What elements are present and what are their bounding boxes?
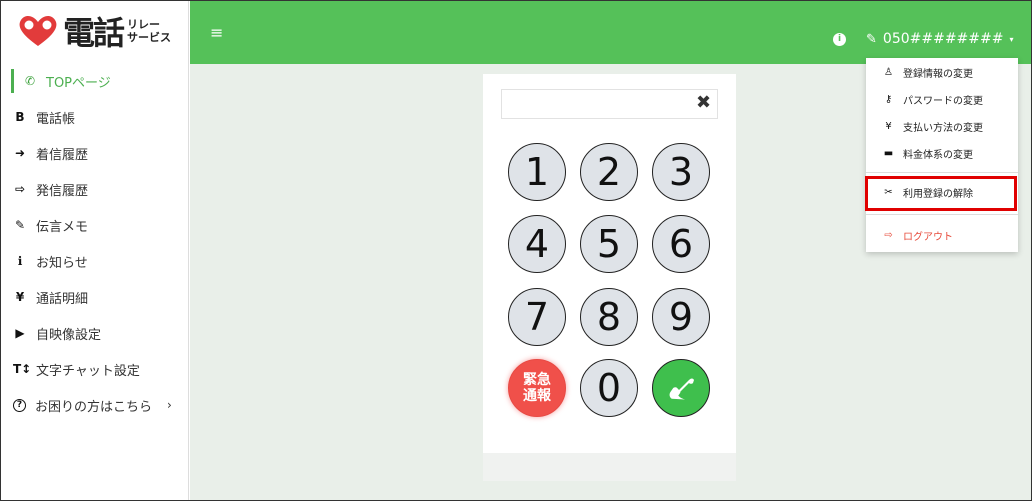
- info-icon: ℹ: [17, 254, 23, 268]
- dial-key-8[interactable]: 8: [580, 288, 638, 346]
- dial-key-3[interactable]: 3: [652, 143, 710, 201]
- account-dropdown-menu: ♙ 登録情報の変更 ⚷ パスワードの変更 ¥ 支払い方法の変更 ▬ 料金体系の変…: [866, 58, 1018, 252]
- emergency-call-button[interactable]: 緊急 通報: [508, 359, 566, 417]
- logout-icon: ⇨: [884, 229, 893, 241]
- address-book-icon: B: [15, 110, 25, 124]
- menu-divider: [866, 214, 1018, 215]
- heart-logo-icon: [19, 16, 57, 46]
- menu-item-label: パスワードの変更: [903, 95, 983, 107]
- dial-key-1[interactable]: 1: [508, 143, 566, 201]
- yen-icon: ¥: [15, 290, 25, 304]
- logo-sub-line-1: リレー: [127, 18, 161, 31]
- dial-number-input[interactable]: [501, 89, 718, 119]
- sidebar-item-label: 電話帳: [36, 111, 76, 127]
- menu-item-change-registration[interactable]: ♙ 登録情報の変更: [866, 58, 1018, 86]
- dial-key-6[interactable]: 6: [652, 215, 710, 273]
- chevron-right-icon: ›: [167, 398, 172, 412]
- sidebar-item-phonebook[interactable]: B 電話帳: [1, 99, 188, 135]
- menu-item-label: 登録情報の変更: [903, 68, 973, 80]
- sidebar-item-label: 発信履歴: [36, 183, 89, 199]
- sidebar-item-top[interactable]: ✆ TOPページ: [1, 63, 188, 99]
- logo-main-text: 電話: [63, 14, 125, 52]
- emergency-label-line-2: 通報: [523, 388, 551, 404]
- yen-icon: ¥: [885, 120, 892, 132]
- menu-item-logout[interactable]: ⇨ ログアウト: [866, 221, 1018, 249]
- sidebar-nav: ✆ TOPページ B 電話帳 ➜ 着信履歴 ⇨ 発信履歴 ✎ 伝言メモ ℹ お知…: [1, 63, 188, 423]
- sidebar-item-video-settings[interactable]: ▶ 自映像設定: [1, 315, 188, 351]
- help-icon: ?: [13, 398, 26, 412]
- user-account-menu[interactable]: ✎ 050######## ▾: [866, 31, 1014, 47]
- sidebar-item-label: お困りの方はこちら: [35, 399, 153, 415]
- chevron-down-icon: ▾: [1009, 34, 1014, 44]
- clear-icon[interactable]: ✖: [696, 92, 711, 113]
- edit-icon: ✎: [866, 31, 877, 47]
- menu-item-change-password[interactable]: ⚷ パスワードの変更: [866, 85, 1018, 113]
- dial-key-0[interactable]: 0: [580, 359, 638, 417]
- outgoing-icon: ⇨: [14, 182, 26, 196]
- menu-item-label: 料金体系の変更: [903, 149, 973, 161]
- sidebar-item-label: 伝言メモ: [36, 219, 89, 235]
- logo[interactable]: 電話 リレー サービス: [1, 1, 188, 61]
- user-icon: ♙: [884, 66, 893, 78]
- menu-item-label: ログアウト: [903, 231, 953, 243]
- emergency-label-line-1: 緊急: [523, 372, 551, 388]
- logo-sub-text: リレー サービス: [127, 18, 171, 44]
- dial-key-5[interactable]: 5: [580, 215, 638, 273]
- text-size-icon: T↕: [13, 362, 32, 376]
- sidebar-item-incoming-history[interactable]: ➜ 着信履歴: [1, 135, 188, 171]
- edit-icon: ✎: [14, 218, 26, 232]
- sidebar-item-label: 通話明細: [36, 291, 89, 307]
- dial-key-7[interactable]: 7: [508, 288, 566, 346]
- video-icon: ▶: [15, 326, 25, 340]
- call-button[interactable]: [652, 359, 710, 417]
- dial-pad-footer: [483, 453, 736, 481]
- sidebar-item-text-chat-settings[interactable]: T↕ 文字チャット設定: [1, 351, 188, 387]
- menu-divider: [866, 172, 1018, 173]
- logo-sub-line-2: サービス: [127, 31, 172, 44]
- phone-number-label: 050########: [882, 31, 1004, 47]
- phone-handset-icon: [669, 378, 694, 400]
- sidebar-item-outgoing-history[interactable]: ⇨ 発信履歴: [1, 171, 188, 207]
- sidebar-item-label: 着信履歴: [36, 147, 89, 163]
- dial-key-2[interactable]: 2: [580, 143, 638, 201]
- dial-pad-panel: [483, 74, 736, 481]
- sidebar-item-memo[interactable]: ✎ 伝言メモ: [1, 207, 188, 243]
- hamburger-menu-icon[interactable]: ≡: [210, 23, 223, 42]
- incoming-icon: ➜: [14, 146, 26, 160]
- top-bar: ≡ i ✎ 050######## ▾: [190, 1, 1031, 64]
- sidebar-item-notices[interactable]: ℹ お知らせ: [1, 243, 188, 279]
- sidebar-item-call-details[interactable]: ¥ 通話明細: [1, 279, 188, 315]
- sidebar-item-help[interactable]: ? お困りの方はこちら ›: [1, 387, 188, 423]
- sidebar-item-label: 文字チャット設定: [36, 363, 140, 379]
- sidebar-item-label: お知らせ: [36, 255, 88, 271]
- info-icon[interactable]: i: [833, 33, 846, 46]
- menu-item-label: 支払い方法の変更: [903, 122, 983, 134]
- sidebar-item-label: 自映像設定: [36, 327, 102, 343]
- sidebar: 電話 リレー サービス ✆ TOPページ B 電話帳 ➜ 着信履歴 ⇨ 発信履歴…: [1, 1, 189, 500]
- sidebar-item-label: TOPページ: [46, 75, 111, 91]
- dial-key-4[interactable]: 4: [508, 215, 566, 273]
- key-icon: ⚷: [884, 93, 893, 105]
- menu-item-change-pricing-plan[interactable]: ▬ 料金体系の変更: [866, 139, 1018, 167]
- wallet-icon: ▬: [883, 147, 894, 159]
- highlight-annotation-box: [865, 176, 1017, 211]
- menu-item-change-payment[interactable]: ¥ 支払い方法の変更: [866, 112, 1018, 140]
- dial-key-9[interactable]: 9: [652, 288, 710, 346]
- phone-icon: ✆: [24, 74, 36, 88]
